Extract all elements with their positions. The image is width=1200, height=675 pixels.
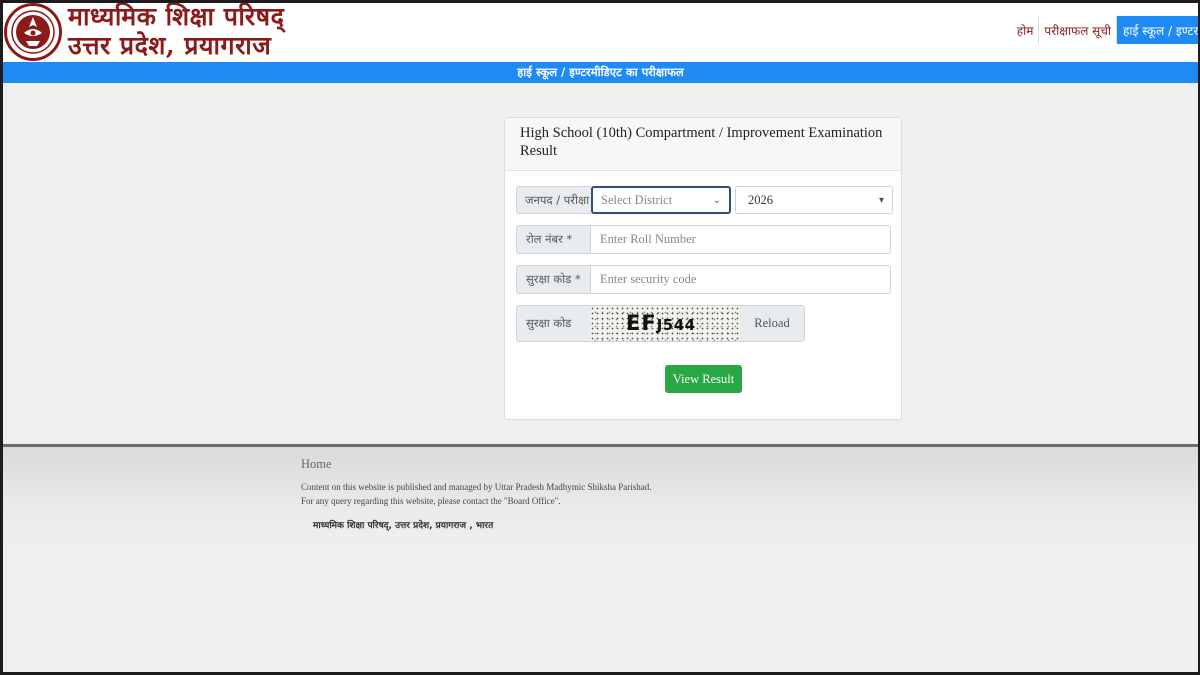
result-form-card: High School (10th) Compartment / Improve… [504,117,902,420]
chevron-down-icon: ⌄ [712,194,721,206]
nav-home[interactable]: होम [1012,16,1039,44]
brand-line-2: उत्तर प्रदेश, प्रयागराज [68,31,272,60]
year-select[interactable]: 2026 ▾ [735,186,893,214]
brand-title: माध्यमिक शिक्षा परिषद् उत्तर प्रदेश, प्र… [68,2,284,60]
security-label: सुरक्षा कोड * [516,265,590,294]
roll-label: रोल नंबर * [516,225,590,254]
security-code-input[interactable]: Enter security code [590,265,891,294]
footer-address: माध्यमिक शिक्षा परिषद्, उत्तर प्रदेश, प्… [313,521,494,531]
captcha-group: सुरक्षा कोड EFJ544 Reload [516,305,805,342]
upmsp-logo-icon [4,3,62,61]
footer-line-2: For any query regarding this website, pl… [301,496,561,506]
district-label: जनपद / परीक्षा [516,186,591,214]
top-nav: होम परीक्षाफल सूची हाई स्कूल / इण्टरमीडि… [1012,16,1200,44]
year-select-value: 2026 [748,192,773,207]
site-header: माध्यमिक शिक्षा परिषद् उत्तर प्रदेश, प्र… [0,0,1200,62]
site-footer: Home Content on this website is publishe… [0,444,1200,675]
footer-line-1: Content on this website is published and… [301,482,652,492]
nav-hs-inter-result[interactable]: हाई स्कूल / इण्टरमीडिएट का परीक्षाफल [1116,16,1200,44]
captcha-text-main: EF [626,311,657,335]
footer-home-link[interactable]: Home [301,457,332,472]
district-select[interactable]: Select District ⌄ [591,186,731,214]
form-title: High School (10th) Compartment / Improve… [505,118,901,171]
captcha-text: EFJ544 [626,311,696,335]
reload-captcha-button[interactable]: Reload [740,306,804,341]
roll-row: रोल नंबर * Enter Roll Number [516,225,891,254]
captcha-label: सुरक्षा कोड [526,316,572,330]
district-row: जनपद / परीक्षा Select District ⌄ 2026 ▾ [516,186,893,214]
district-select-value: Select District [601,192,673,207]
page-banner: हाई स्कूल / इण्टरमीडिएट का परीक्षाफल [3,62,1198,83]
captcha-image: EFJ544 [590,306,740,341]
chevron-down-icon: ▾ [878,194,884,206]
security-row: सुरक्षा कोड * Enter security code [516,265,891,294]
captcha-text-small: J544 [656,316,696,334]
view-result-button[interactable]: View Result [665,365,742,393]
roll-number-input[interactable]: Enter Roll Number [590,225,891,254]
nav-result-list[interactable]: परीक्षाफल सूची [1038,16,1116,44]
brand-line-1: माध्यमिक शिक्षा परिषद् [68,2,285,31]
